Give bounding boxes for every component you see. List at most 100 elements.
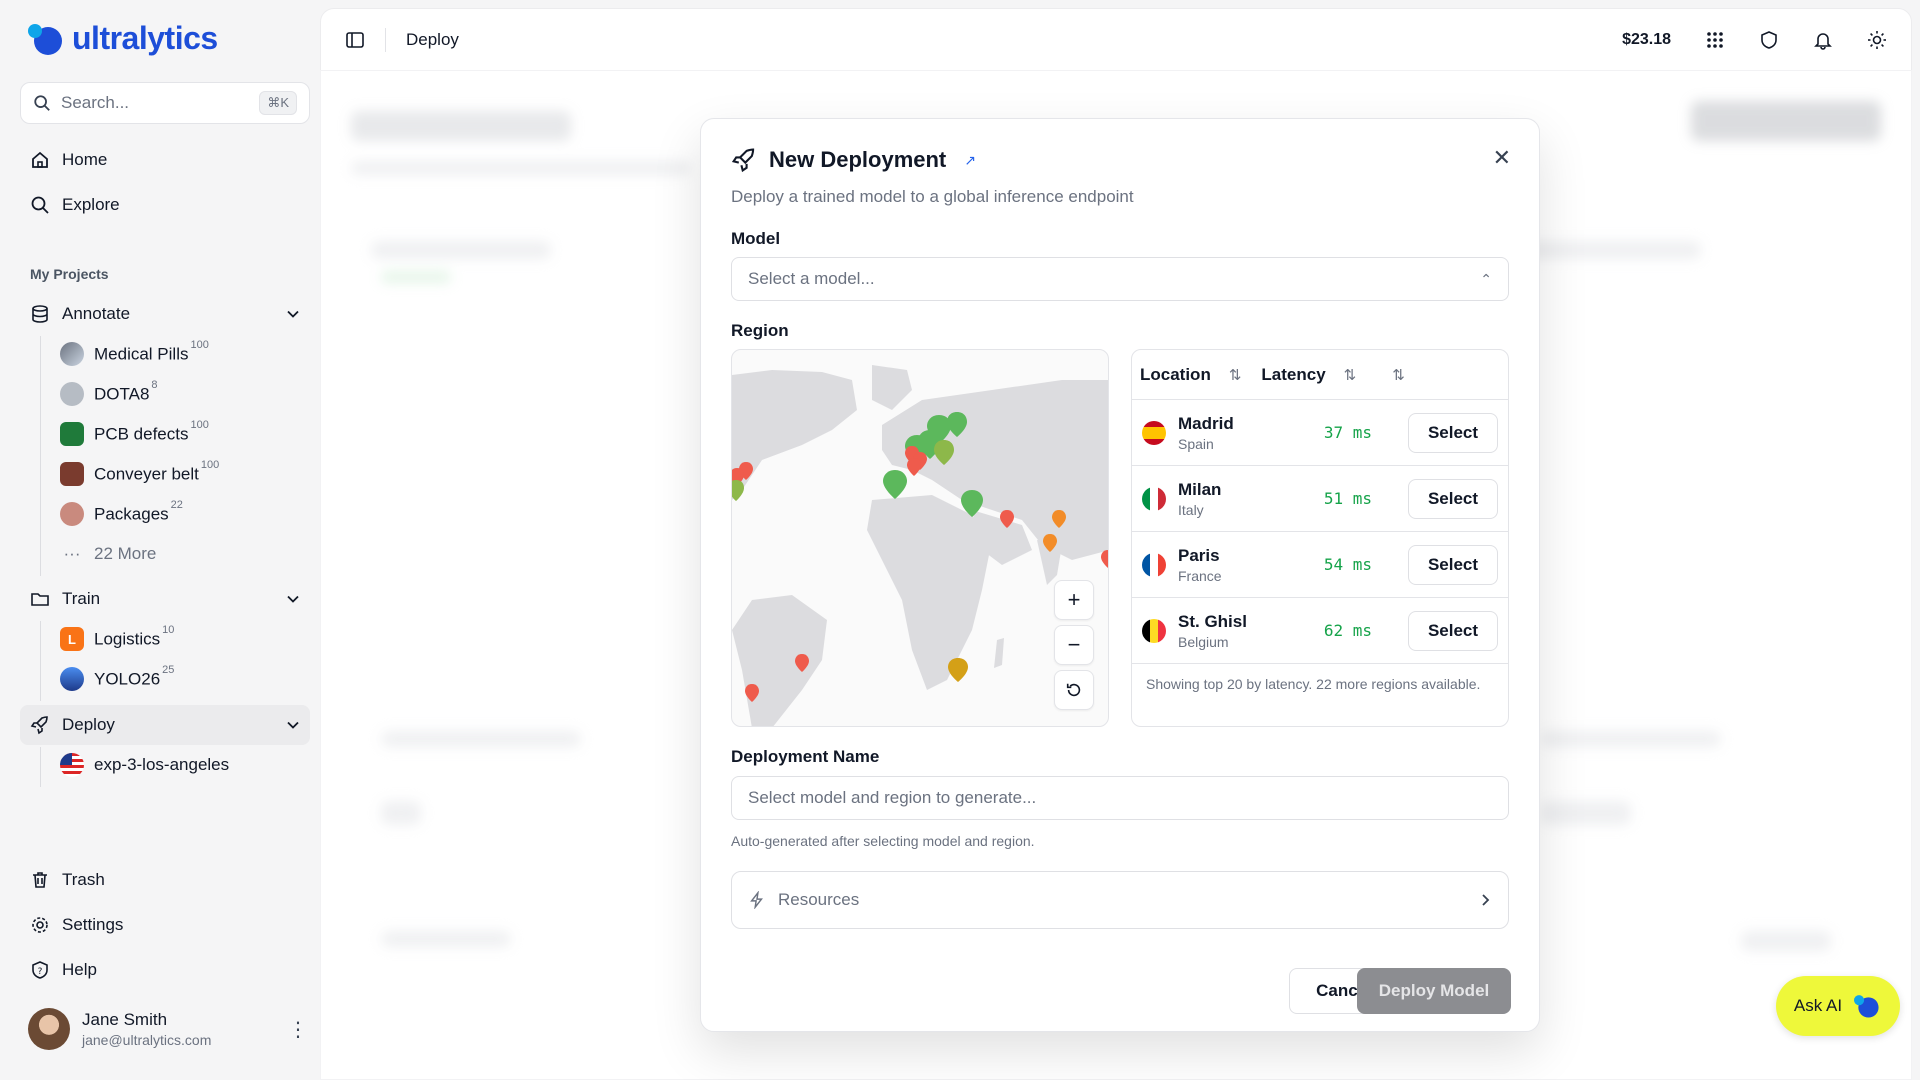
ultralytics-logo-icon (28, 23, 62, 55)
nav-annotate[interactable]: Annotate (20, 294, 310, 334)
annotate-more[interactable]: ··· 22 More (60, 536, 157, 572)
region-latency: 51 ms (1323, 489, 1372, 508)
user-profile[interactable]: Jane Smith jane@ultralytics.com ⋮ (28, 1008, 308, 1050)
resources-section[interactable]: Resources (731, 871, 1509, 929)
deployment-label: exp-3-los-angeles (94, 755, 230, 774)
project-thumb (60, 667, 84, 691)
nav-help-label: Help (62, 960, 97, 979)
search-input[interactable]: Search... (61, 93, 249, 113)
train-tree-line (40, 621, 41, 701)
chevrons-up-down-icon: ⌃ (1480, 270, 1492, 287)
select-region-button[interactable]: Select (1408, 478, 1498, 519)
region-city: Milan (1178, 479, 1222, 499)
project-pcb-defects[interactable]: PCB defects 100 (60, 416, 209, 452)
region-latency: 62 ms (1323, 621, 1372, 640)
region-city: Paris (1178, 545, 1220, 565)
apps-grid-icon[interactable] (1705, 30, 1725, 50)
project-thumb (60, 462, 84, 486)
svg-text:?: ? (38, 967, 43, 977)
lightning-icon (750, 891, 763, 909)
nav-help[interactable]: ? Help (20, 950, 310, 990)
brand-logo[interactable]: ultralytics (26, 20, 218, 57)
external-link-icon[interactable]: ↗ (964, 152, 976, 169)
bell-icon[interactable] (1813, 30, 1833, 50)
project-logistics[interactable]: L Logistics 10 (60, 621, 174, 657)
annotate-more-label: 22 More (94, 544, 157, 563)
col-location[interactable]: Location (1140, 365, 1211, 385)
chevron-down-icon[interactable] (286, 592, 300, 606)
nav-deploy[interactable]: Deploy (20, 705, 310, 745)
nav-trash[interactable]: Trash (20, 860, 310, 900)
nav-train[interactable]: Train (20, 579, 310, 619)
model-select[interactable]: Select a model... ⌃ (731, 257, 1509, 301)
region-country: France (1178, 567, 1222, 584)
sidebar: ultralytics Search... ⌘K Home Explore My… (0, 0, 320, 1080)
project-thumb (60, 422, 84, 446)
select-region-button[interactable]: Select (1408, 544, 1498, 585)
region-map[interactable]: + − (731, 349, 1109, 727)
project-label: Conveyer belt 100 (94, 458, 220, 484)
deployment-exp-3-los-angeles[interactable]: exp-3-los-angeles (60, 747, 229, 783)
project-medical-pills[interactable]: Medical Pills 100 (60, 336, 209, 372)
nav-deploy-label: Deploy (62, 715, 115, 734)
col-latency[interactable]: Latency (1261, 365, 1325, 385)
database-icon (32, 305, 48, 323)
region-country: Italy (1178, 501, 1204, 518)
region-row[interactable]: St. Ghisl Belgium 62 ms Select (1132, 598, 1508, 664)
region-row[interactable]: Madrid Spain 37 ms Select (1132, 400, 1508, 466)
sort-icon[interactable]: ⇅ (1392, 366, 1405, 384)
region-country: Spain (1178, 435, 1214, 452)
shield-icon[interactable] (1759, 30, 1779, 50)
nav-annotate-label: Annotate (62, 304, 131, 323)
reset-icon (1066, 683, 1081, 697)
chevron-down-icon[interactable] (286, 307, 300, 321)
project-label: Packages 22 (94, 498, 183, 524)
sort-location-icon[interactable]: ⇅ (1229, 366, 1242, 384)
project-packages[interactable]: Packages 22 (60, 496, 183, 532)
ask-ai-button[interactable]: Ask AI (1776, 976, 1900, 1036)
more-vertical-icon[interactable]: ⋮ (288, 1017, 308, 1042)
region-row[interactable]: Paris France 54 ms Select (1132, 532, 1508, 598)
annotate-tree-line (40, 336, 41, 576)
project-label: YOLO26 25 (94, 663, 175, 689)
sort-latency-icon[interactable]: ⇅ (1344, 366, 1357, 384)
topbar: Deploy $23.18 (321, 9, 1911, 71)
close-icon[interactable]: ✕ (1493, 145, 1511, 171)
us-flag-icon (60, 753, 84, 777)
nav-home[interactable]: Home (20, 140, 310, 180)
france-flag-icon (1142, 552, 1166, 577)
project-dota8[interactable]: DOTA8 8 (60, 376, 158, 412)
nav-explore-label: Explore (62, 195, 120, 214)
project-yolo26[interactable]: YOLO26 25 (60, 661, 174, 697)
region-row[interactable]: Milan Italy 51 ms Select (1132, 466, 1508, 532)
reset-map-button[interactable] (1054, 670, 1094, 710)
balance[interactable]: $23.18 (1622, 31, 1671, 49)
chevron-down-icon[interactable] (286, 718, 300, 732)
brand-name: ultralytics (72, 20, 218, 56)
gear-icon (32, 917, 48, 933)
select-region-button[interactable]: Select (1408, 610, 1498, 651)
nav-settings-label: Settings (62, 915, 124, 934)
dialog-subtitle: Deploy a trained model to a global infer… (731, 187, 1134, 206)
avatar (28, 1008, 70, 1050)
project-label: Medical Pills 100 (94, 338, 209, 364)
deploy-tree-line (40, 747, 41, 787)
sun-icon[interactable] (1867, 30, 1887, 50)
chevron-right-icon (1482, 894, 1490, 906)
deploy-model-button[interactable]: Deploy Model (1357, 968, 1511, 1014)
resources-label: Resources (778, 890, 860, 909)
sidebar-toggle-icon[interactable] (345, 30, 365, 50)
world-map (732, 365, 1108, 726)
zoom-in-button[interactable]: + (1054, 580, 1094, 620)
nav-explore[interactable]: Explore (20, 185, 310, 225)
model-label: Model (731, 229, 781, 248)
region-city: Madrid (1178, 413, 1234, 433)
search-box[interactable]: Search... ⌘K (20, 82, 310, 124)
deployment-name-input[interactable]: Select model and region to generate... (731, 776, 1509, 820)
select-region-button[interactable]: Select (1408, 412, 1498, 453)
home-icon (32, 151, 48, 168)
nav-settings[interactable]: Settings (20, 905, 310, 945)
project-conveyer-belt[interactable]: Conveyer belt 100 (60, 456, 219, 492)
project-thumb (60, 382, 84, 406)
zoom-out-button[interactable]: − (1054, 625, 1094, 665)
